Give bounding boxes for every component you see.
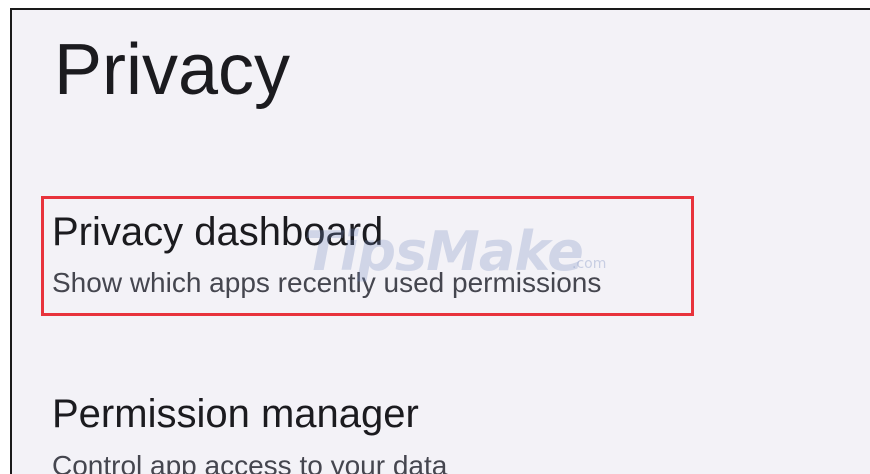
settings-screen: Privacy Privacy dashboard Show which app… — [10, 8, 870, 474]
privacy-dashboard-title: Privacy dashboard — [52, 210, 384, 254]
privacy-dashboard-summary: Show which apps recently used permission… — [52, 267, 602, 298]
page-title: Privacy — [54, 30, 291, 110]
permission-manager-summary: Control app access to your data — [52, 450, 448, 474]
permission-manager-title: Permission manager — [52, 392, 419, 436]
